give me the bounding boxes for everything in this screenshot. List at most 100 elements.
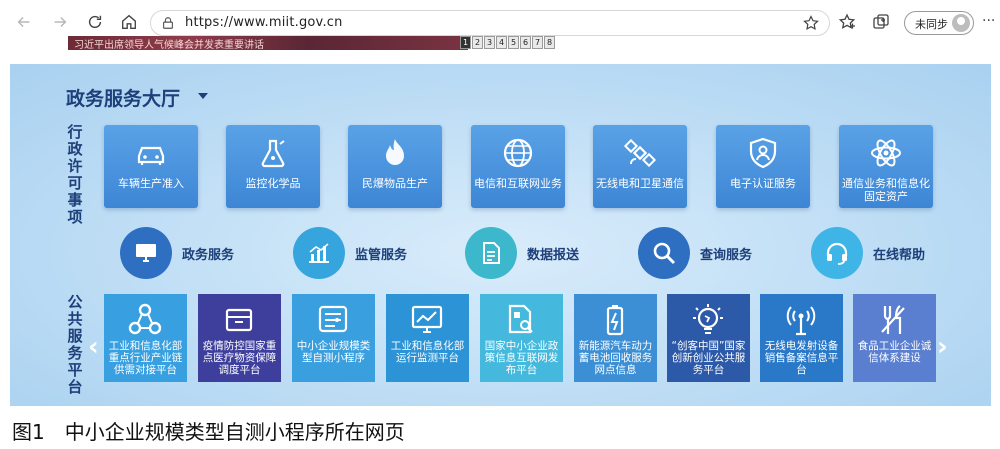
pager-item[interactable]: 5 — [508, 36, 519, 49]
banner-pager: 12345678 — [460, 36, 555, 49]
public-section-label: 公共服务平台 — [67, 293, 83, 396]
admin-tile-label: 车辆生产准入 — [118, 177, 184, 190]
chevron-down-icon[interactable] — [198, 93, 208, 99]
platform-tile[interactable]: 疫情防控国家重点医疗物资保障调度平台 — [198, 294, 281, 382]
flask-icon — [261, 139, 285, 168]
pager-item[interactable]: 8 — [544, 36, 555, 49]
pager-item[interactable]: 7 — [532, 36, 543, 49]
sync-profile-button[interactable]: 未同步 — [904, 11, 974, 35]
headset-icon — [826, 242, 848, 265]
platform-tile-label: 工业和信息化部重点行业产业链供需对接平台 — [108, 340, 183, 376]
admin-section-label: 行政许可事项 — [67, 123, 83, 226]
platform-tile-label: 中小企业规模类型自测小程序 — [296, 340, 371, 364]
platform-tile[interactable]: 工业和信息化部运行监测平台 — [386, 294, 469, 382]
admin-tile-label: 民爆物品生产 — [362, 177, 428, 190]
favorite-star-icon[interactable] — [803, 15, 819, 31]
globe-icon — [503, 138, 533, 168]
car-icon — [137, 146, 165, 165]
service-label: 监管服务 — [355, 248, 408, 263]
atom-icon — [871, 139, 901, 167]
service-circle — [811, 227, 863, 279]
back-button[interactable] — [12, 10, 36, 34]
flame-icon — [386, 139, 404, 165]
platform-tile-label: 新能源汽车动力蓄电池回收服务网点信息 — [578, 340, 653, 376]
platform-tile[interactable]: 食品工业企业诚信体系建设 — [853, 294, 936, 382]
battery-icon — [606, 305, 624, 336]
address-bar[interactable]: https://www.miit.gov.cn — [150, 10, 830, 36]
platform-tile-label: 工业和信息化部运行监测平台 — [390, 340, 465, 364]
admin-tile[interactable]: 电信和互联网业务 — [471, 125, 565, 208]
pager-item[interactable]: 1 — [460, 36, 471, 49]
document-icon — [483, 242, 500, 264]
service-circle — [638, 227, 690, 279]
pager-item[interactable]: 3 — [484, 36, 495, 49]
pager-item[interactable]: 6 — [520, 36, 531, 49]
network-icon — [128, 303, 162, 335]
monitor-icon — [136, 244, 156, 262]
service-circle — [120, 227, 172, 279]
platform-tile[interactable]: 新能源汽车动力蓄电池回收服务网点信息 — [574, 294, 657, 382]
platform-tile-label: 食品工业企业诚信体系建设 — [857, 340, 932, 364]
figure-caption: 图1 中小企业规模类型自测小程序所在网页 — [12, 420, 405, 444]
news-banner-strip[interactable]: 习近平出席领导人气候峰会并发表重要讲话 — [68, 36, 468, 50]
service-circle — [293, 227, 345, 279]
collections-icon[interactable] — [872, 13, 890, 31]
search-icon — [653, 242, 676, 265]
platform-tile-label: 无线电发射设备销售备案信息平台 — [764, 340, 839, 376]
satellite-icon — [623, 138, 657, 168]
prev-arrow-icon[interactable]: ‹ — [88, 332, 99, 362]
news-banner-text: 习近平出席领导人气候峰会并发表重要讲话 — [74, 40, 264, 50]
service-label: 在线帮助 — [873, 248, 926, 263]
bulb-icon — [693, 304, 723, 334]
forward-button[interactable] — [48, 10, 72, 34]
admin-tile[interactable]: 车辆生产准入 — [104, 125, 198, 208]
service-label: 查询服务 — [700, 248, 753, 263]
url-text: https://www.miit.gov.cn — [185, 15, 343, 30]
platform-tile-label: 国家中小企业政策信息互联网发布平台 — [484, 340, 559, 376]
monitor-line-icon — [411, 305, 443, 333]
admin-tile[interactable]: 无线电和卫星通信 — [593, 125, 687, 208]
hall-title[interactable]: 政务服务大厅 — [66, 84, 180, 111]
next-arrow-icon[interactable]: › — [937, 332, 948, 362]
box-icon — [225, 308, 253, 332]
avatar-icon — [952, 14, 970, 32]
more-menu-icon[interactable]: ··· — [982, 13, 995, 29]
platform-tile-label: 疫情防控国家重点医疗物资保障调度平台 — [202, 340, 277, 376]
admin-tile-label: 电信和互联网业务 — [474, 177, 562, 190]
admin-tile[interactable]: 通信业务和信息化固定资产 — [839, 125, 933, 208]
doc-search-icon — [508, 304, 533, 334]
home-button[interactable] — [117, 10, 141, 34]
service-hall: 政务服务大厅 行政许可事项 车辆生产准入 监控化学品 民爆物品生产 电信和互联网业务无… — [10, 64, 991, 406]
lock-icon — [163, 17, 173, 29]
list-icon — [318, 305, 348, 333]
admin-tile-label: 电子认证服务 — [730, 177, 796, 190]
platform-tile[interactable]: 无线电发射设备销售备案信息平台 — [760, 294, 843, 382]
admin-tile[interactable]: 监控化学品 — [226, 125, 320, 208]
service-label: 数据报送 — [527, 248, 580, 263]
platform-tile[interactable]: “创客中国”国家创新创业公共服务平台 — [667, 294, 750, 382]
platform-tile-label: “创客中国”国家创新创业公共服务平台 — [671, 340, 746, 376]
service-label: 政务服务 — [182, 248, 235, 263]
admin-tile-label: 监控化学品 — [245, 177, 301, 190]
favorites-icon[interactable] — [838, 13, 856, 31]
shield-user-icon — [749, 137, 777, 169]
antenna-icon — [786, 306, 816, 336]
pager-item[interactable]: 4 — [496, 36, 507, 49]
platform-tile[interactable]: 国家中小企业政策信息互联网发布平台 — [480, 294, 563, 382]
admin-tile-label: 无线电和卫星通信 — [596, 177, 684, 190]
sync-label: 未同步 — [915, 18, 948, 31]
refresh-button[interactable] — [83, 10, 107, 34]
platform-tile[interactable]: 中小企业规模类型自测小程序 — [292, 294, 375, 382]
admin-tile[interactable]: 电子认证服务 — [716, 125, 810, 208]
service-circle — [465, 227, 517, 279]
admin-tile-label: 通信业务和信息化固定资产 — [842, 177, 930, 203]
admin-tile[interactable]: 民爆物品生产 — [348, 125, 442, 208]
chart-icon — [309, 243, 329, 263]
home-icon — [122, 14, 136, 29]
arrow-right-icon — [54, 16, 67, 28]
platform-tile[interactable]: 工业和信息化部重点行业产业链供需对接平台 — [104, 294, 187, 382]
utensils-icon — [881, 305, 905, 334]
refresh-icon — [88, 15, 102, 29]
pager-item[interactable]: 2 — [472, 36, 483, 49]
arrow-left-icon — [17, 16, 30, 28]
